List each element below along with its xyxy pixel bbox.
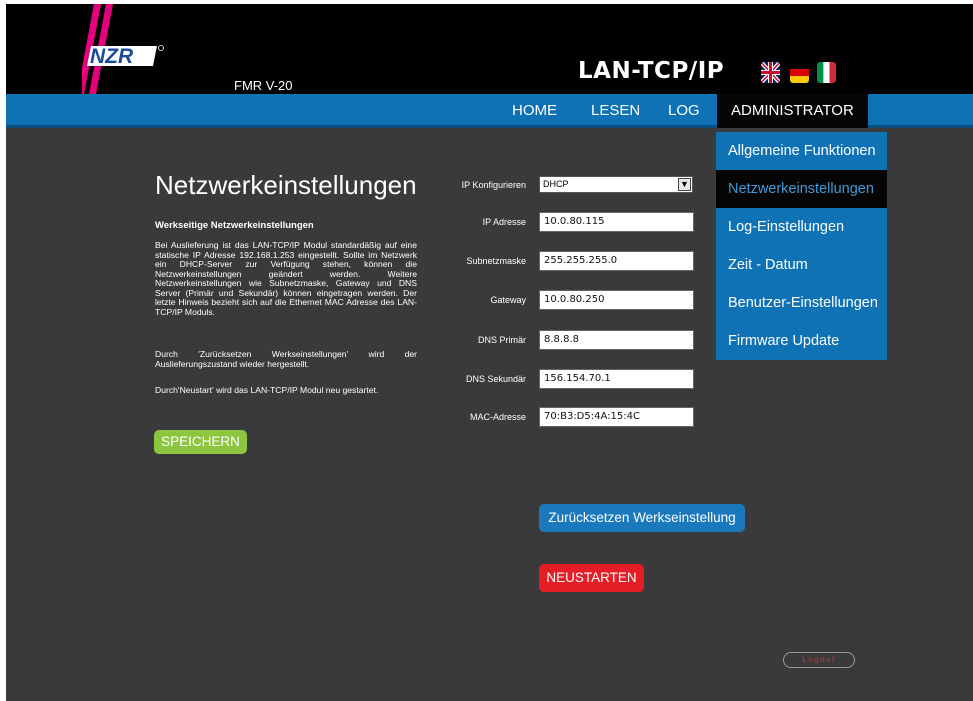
ip-address-label: IP Adresse <box>482 217 526 227</box>
ip-config-value: DHCP <box>543 179 569 189</box>
menu-item-time-date[interactable]: Zeit - Datum <box>716 246 887 284</box>
nzr-logo: NZR <box>77 4 182 94</box>
app-frame: NZR FMR V-20 LAN-TCP/IP HOME LESEN LOG A… <box>6 4 973 701</box>
restart-button[interactable]: NEUSTARTEN <box>539 564 644 592</box>
header: NZR FMR V-20 LAN-TCP/IP <box>6 4 973 94</box>
subnet-mask-label: Subnetzmaske <box>466 256 526 266</box>
description-paragraph: Bei Auslieferung ist das LAN-TCP/IP Modu… <box>155 240 417 317</box>
module-title: LAN-TCP/IP <box>578 58 725 84</box>
logout-button[interactable]: Logout <box>783 652 855 668</box>
product-name: FMR V-20 <box>234 78 293 93</box>
admin-dropdown-menu: Allgemeine Funktionen Netzwerkeinstellun… <box>716 132 887 360</box>
section-heading: Werkseitige Netzwerkeinstellungen <box>155 220 314 231</box>
nav-home[interactable]: HOME <box>512 94 557 128</box>
dns-primary-field[interactable]: 8.8.8.8 <box>539 330 694 350</box>
menu-item-log-settings[interactable]: Log-Einstellungen <box>716 208 887 246</box>
ip-config-select[interactable]: DHCP ▼ <box>539 176 693 193</box>
gateway-label: Gateway <box>490 295 526 305</box>
dns-secondary-field[interactable]: 156.154.70.1 <box>539 369 694 389</box>
subnet-mask-field[interactable]: 255.255.255.0 <box>539 251 694 271</box>
uk-flag-icon[interactable] <box>761 62 780 83</box>
dns-primary-label: DNS Primär <box>477 335 526 345</box>
italian-flag-icon[interactable] <box>817 62 836 83</box>
menu-item-firmware-update[interactable]: Firmware Update <box>716 322 887 360</box>
chevron-down-icon[interactable]: ▼ <box>678 178 691 191</box>
dns-secondary-label: DNS Sekundär <box>465 374 526 384</box>
menu-item-general[interactable]: Allgemeine Funktionen <box>716 132 887 170</box>
logo-text: NZR <box>90 45 134 68</box>
restart-info-paragraph: Durch'Neustart' wird das LAN-TCP/IP Modu… <box>155 385 379 395</box>
mac-address-label: MAC-Adresse <box>469 412 526 422</box>
nav-lesen[interactable]: LESEN <box>591 94 640 128</box>
main-nav: HOME LESEN LOG ADMINISTRATOR <box>6 94 973 128</box>
nav-log[interactable]: LOG <box>668 94 700 128</box>
ip-config-label: IP Konfigurieren <box>461 180 526 190</box>
save-button[interactable]: SPEICHERN <box>154 430 247 454</box>
reset-info-paragraph: Durch 'Zurücksetzen Werkseinstellungen' … <box>155 349 417 369</box>
gateway-field[interactable]: 10.0.80.250 <box>539 290 694 310</box>
mac-address-field[interactable]: 70:B3:D5:4A:15:4C <box>539 407 694 427</box>
factory-reset-button[interactable]: Zurücksetzen Werkseinstellung <box>539 504 745 532</box>
menu-item-network[interactable]: Netzwerkeinstellungen <box>716 170 887 208</box>
ip-address-field[interactable]: 10.0.80.115 <box>539 212 694 232</box>
german-flag-icon[interactable] <box>790 62 809 83</box>
menu-item-user-settings[interactable]: Benutzer-Einstellungen <box>716 284 887 322</box>
nav-administrator[interactable]: ADMINISTRATOR <box>717 94 868 128</box>
page-title: Netzwerkeinstellungen <box>155 170 417 200</box>
